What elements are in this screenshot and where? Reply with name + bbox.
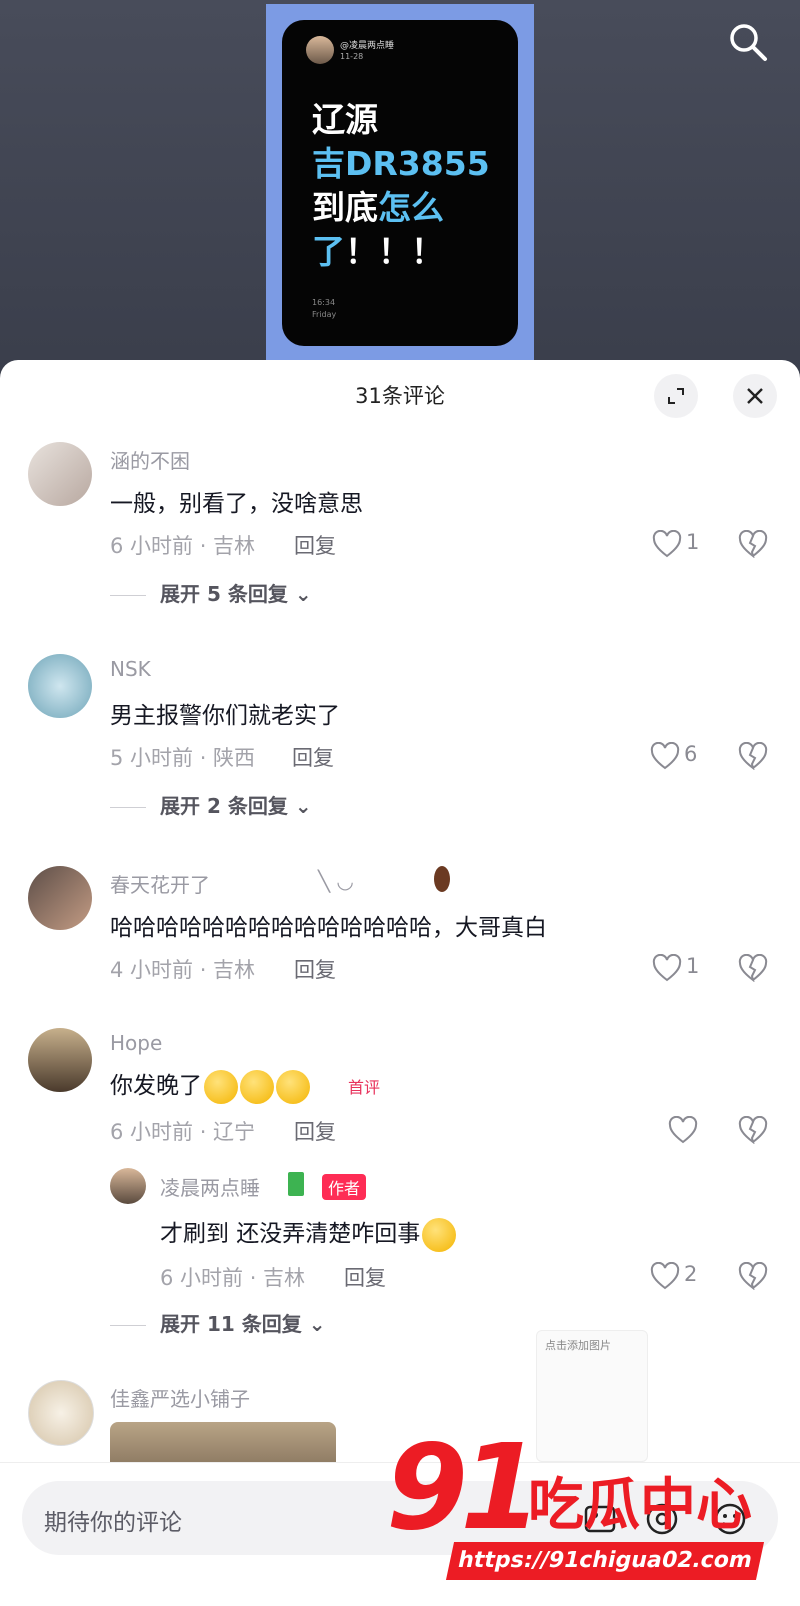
reply-item: 凌晨两点睡 作者 才刷到 还没弄清楚咋回事 6 小时前 · 吉林 回复 2 [0, 1168, 800, 1298]
reply-button[interactable]: 回复 [294, 1116, 336, 1146]
comment-username[interactable]: 佳鑫严选小铺子 [110, 1383, 250, 1412]
avatar[interactable] [28, 654, 92, 718]
like-count: 2 [684, 1262, 698, 1286]
chevron-down-icon: ⌄ [294, 582, 312, 606]
heart-icon[interactable] [668, 1116, 698, 1144]
smirk-emoji-icon [204, 1069, 238, 1104]
heart-icon[interactable] [650, 742, 680, 770]
search-button[interactable] [726, 20, 770, 64]
reply-button[interactable]: 回复 [294, 530, 336, 560]
author-badge: 作者 [322, 1174, 367, 1200]
comment-username[interactable]: 春天花开了 [110, 869, 210, 898]
phone-avatar [306, 36, 334, 64]
broken-heart-icon[interactable] [738, 742, 768, 770]
search-icon [730, 24, 767, 61]
phone-day: Friday [312, 310, 337, 319]
reply-text: 才刷到 还没弄清楚咋回事 [160, 1214, 457, 1252]
close-icon [747, 388, 763, 404]
heart-icon[interactable] [652, 530, 682, 558]
like-count: 1 [686, 530, 700, 554]
avatar[interactable] [28, 1380, 94, 1446]
reply-button[interactable]: 回复 [294, 954, 336, 984]
video-thumbnail[interactable]: @凌晨两点睡 11-28 辽源 吉DR3855 到底怎么 了！！！ 16:34 … [266, 4, 534, 374]
expand-icon [668, 388, 684, 404]
heart-icon[interactable] [652, 954, 682, 982]
reply-button[interactable]: 回复 [344, 1262, 386, 1292]
broken-heart-icon[interactable] [738, 954, 768, 982]
comment-text: 哈哈哈哈哈哈哈哈哈哈哈哈哈哈，大哥真白 [110, 915, 547, 941]
comment-text: 你发晚了 [110, 1066, 310, 1104]
avatar[interactable] [110, 1168, 146, 1204]
broken-heart-icon[interactable] [738, 1262, 768, 1290]
comment-username[interactable]: NSK [110, 657, 151, 681]
watermark-logo-text: 吃瓜中心 [528, 1473, 752, 1538]
avatar[interactable] [28, 442, 92, 506]
video-area[interactable]: @凌晨两点睡 11-28 辽源 吉DR3855 到底怎么 了！！！ 16:34 … [0, 0, 800, 380]
phone-username: @凌晨两点睡 [340, 41, 395, 51]
reply-meta: 6 小时前 · 吉林 [160, 1266, 306, 1290]
chevron-down-icon: ⌄ [308, 1312, 326, 1336]
comment-meta: 4 小时前 · 吉林 [110, 958, 256, 982]
smile-emoji-icon [422, 1217, 457, 1252]
phone-date: 11-28 [340, 52, 364, 61]
comment-username[interactable]: 涵的不困 [110, 445, 190, 474]
phone-screenshot: @凌晨两点睡 11-28 辽源 吉DR3855 到底怎么 了！！！ 16:34 … [282, 20, 518, 346]
comment-text: 一般，别看了，没啥意思 [110, 491, 363, 517]
reply-username[interactable]: 凌晨两点睡 [160, 1172, 260, 1201]
expand-replies-button[interactable]: 展开 5 条回复 ⌄ [110, 578, 312, 608]
like-count: 1 [686, 954, 700, 978]
close-button[interactable] [733, 374, 777, 418]
watermark-url: https://91chigua02.com [445, 1542, 765, 1580]
cockroach-icon [434, 866, 450, 892]
username-decoration: ╲ ◡ [318, 869, 354, 893]
avatar[interactable] [28, 866, 92, 930]
expand-replies-button[interactable]: 展开 2 条回复 ⌄ [110, 790, 312, 820]
phone-headline: 辽源 吉DR3855 到底怎么 了！！！ [312, 100, 490, 271]
expand-sheet-button[interactable] [654, 374, 698, 418]
avatar[interactable] [28, 1028, 92, 1092]
reply-button[interactable]: 回复 [292, 742, 334, 772]
chevron-down-icon: ⌄ [294, 794, 312, 818]
add-image-label: 点击添加图片 [545, 1339, 611, 1352]
comment-input-placeholder: 期待你的评论 [44, 1510, 182, 1536]
expand-replies-button[interactable]: 展开 11 条回复 ⌄ [110, 1308, 326, 1338]
comment-username[interactable]: Hope [110, 1031, 162, 1055]
comment-meta: 5 小时前 · 陕西 [110, 746, 256, 770]
like-count: 6 [684, 742, 698, 766]
comment-text: 男主报警你们就老实了 [110, 703, 340, 729]
smirk-emoji-icon [276, 1069, 310, 1104]
heart-icon[interactable] [650, 1262, 680, 1290]
add-image-preview[interactable]: 点击添加图片 [536, 1330, 648, 1462]
phone-time: 16:34 [312, 298, 336, 307]
watermark-logo-number: 91 [386, 1418, 542, 1556]
juice-box-icon [288, 1172, 304, 1196]
smirk-emoji-icon [240, 1069, 274, 1104]
broken-heart-icon[interactable] [738, 1116, 768, 1144]
first-comment-badge: 首评 [348, 1078, 381, 1097]
broken-heart-icon[interactable] [738, 530, 768, 558]
comment-meta: 6 小时前 · 辽宁 [110, 1120, 256, 1144]
comment-meta: 6 小时前 · 吉林 [110, 534, 256, 558]
